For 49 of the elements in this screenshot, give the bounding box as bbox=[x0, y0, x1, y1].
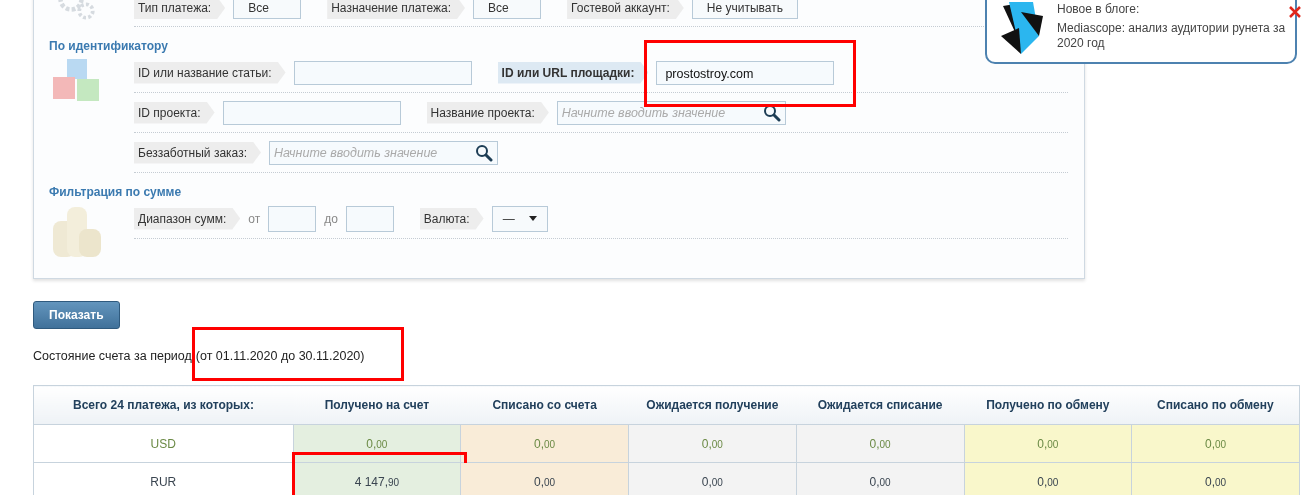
amount-cell: 0,00 bbox=[796, 424, 964, 463]
amount-cell: 0,00 bbox=[964, 462, 1132, 495]
period-range: (от 01.11.2020 до 30.11.2020) bbox=[195, 349, 365, 363]
column-header: Списано со счета bbox=[460, 385, 629, 425]
show-button[interactable]: Показать bbox=[33, 301, 120, 329]
field-label: Беззаботный заказ: bbox=[134, 141, 261, 164]
field-label: Диапазон сумм: bbox=[134, 207, 241, 230]
input-field[interactable] bbox=[293, 60, 472, 85]
notification-link[interactable]: Mediascope: анализ аудитории рунета за 2020 год bbox=[1057, 21, 1289, 51]
amount-cell: 0,00 bbox=[796, 462, 964, 495]
column-header: Получено по обмену bbox=[964, 385, 1132, 425]
select-field[interactable]: Все bbox=[233, 0, 302, 19]
column-header: Списано по обмену bbox=[1131, 385, 1300, 425]
select-field[interactable]: Не учитывать bbox=[691, 0, 798, 19]
input-field[interactable] bbox=[345, 205, 394, 232]
select-field[interactable]: Все bbox=[473, 0, 542, 19]
input-field[interactable]: prostostroy.com bbox=[656, 60, 835, 85]
input-field[interactable] bbox=[222, 100, 401, 125]
field-label: ID или URL площадки: bbox=[497, 61, 649, 84]
field-label: Валюта: bbox=[419, 207, 484, 230]
dropdown[interactable]: — bbox=[491, 205, 548, 232]
column-header: Ожидается получение bbox=[628, 385, 797, 425]
period-label: Состояние счета за период bbox=[33, 349, 192, 365]
input-field[interactable] bbox=[268, 205, 317, 232]
column-header: Получено на счет bbox=[293, 385, 461, 425]
field-label: Назначение платежа: bbox=[327, 0, 466, 19]
column-header: Всего 24 платежа, из которых: bbox=[33, 385, 293, 425]
notification-title: Новое в блоге: bbox=[1057, 2, 1141, 17]
amount-cell: 0,00 bbox=[460, 462, 629, 495]
amount-cell: 0,00 bbox=[964, 424, 1132, 463]
amount-cell: 0,00 bbox=[628, 424, 797, 463]
field-label: ID проекта: bbox=[134, 101, 215, 124]
range-to-label: до bbox=[324, 211, 338, 226]
field-label: Тип платежа: bbox=[134, 0, 226, 19]
caret-icon bbox=[528, 216, 537, 221]
range-from-label: от bbox=[248, 211, 261, 226]
amount-cell: 0,00 bbox=[1131, 462, 1300, 495]
currency-cell: USD bbox=[33, 424, 293, 463]
field-label: ID или название статьи: bbox=[134, 61, 286, 84]
currency-cell: RUR bbox=[33, 462, 293, 495]
amount-cell: 0,00 bbox=[460, 424, 629, 463]
field-label: Гостевой аккаунт: bbox=[567, 0, 684, 19]
section-heading: Фильтрация по сумме bbox=[49, 185, 183, 199]
amount-cell: 0,00 bbox=[628, 462, 797, 495]
field-label: Название проекта: bbox=[426, 101, 549, 124]
search-icon bbox=[474, 143, 493, 162]
close-icon[interactable] bbox=[1289, 6, 1301, 18]
amount-cell: 0,00 bbox=[1131, 424, 1300, 463]
column-header: Ожидается списание bbox=[796, 385, 964, 425]
